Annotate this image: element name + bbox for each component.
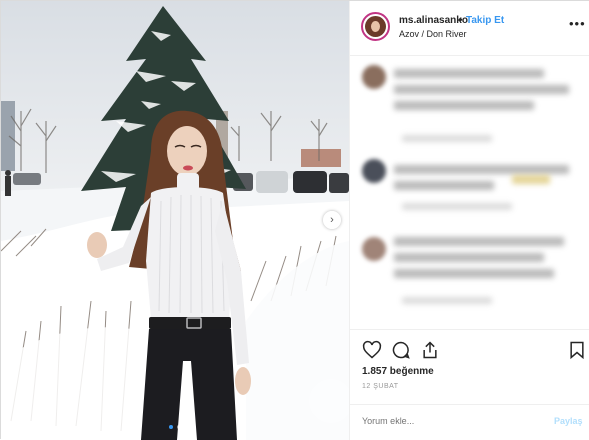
likes-count[interactable]: 1.857 beğenme (362, 366, 434, 377)
commenter-avatar[interactable] (362, 65, 386, 89)
action-bar: 1.857 beğenme 12 ŞUBAT Paylaş (350, 329, 589, 439)
post-header: ms.alinasanko • Takip Et Azov / Don Rive… (350, 1, 589, 56)
next-photo-button[interactable]: › (323, 211, 341, 229)
comment-item (362, 237, 582, 327)
comment-icon[interactable] (391, 340, 411, 360)
separator-dot: • (459, 15, 463, 26)
avatar-image (365, 16, 386, 37)
comment-item (362, 65, 582, 155)
location-link[interactable]: Azov / Don River (399, 29, 467, 39)
comment-item (362, 159, 582, 231)
photo-illustration (1, 1, 349, 440)
commenter-avatar[interactable] (362, 159, 386, 183)
commenter-avatar[interactable] (362, 237, 386, 261)
more-options-icon[interactable]: ••• (569, 17, 586, 30)
carousel-dot (177, 425, 181, 429)
avatar[interactable] (361, 12, 390, 41)
post-date: 12 ŞUBAT (362, 383, 399, 390)
bookmark-icon[interactable] (567, 340, 587, 360)
comment-box: Paylaş (350, 404, 589, 440)
post-photo[interactable]: › (1, 1, 349, 440)
comment-input[interactable] (362, 416, 532, 426)
comments-list (350, 57, 589, 327)
post-comment-button[interactable]: Paylaş (554, 416, 583, 426)
heart-icon[interactable] (362, 340, 382, 360)
post-sidebar: ms.alinasanko • Takip Et Azov / Don Rive… (349, 1, 589, 440)
chevron-right-icon: › (330, 213, 334, 226)
share-icon[interactable] (420, 340, 440, 360)
follow-button[interactable]: Takip Et (466, 15, 504, 26)
carousel-dot (169, 425, 173, 429)
username-link[interactable]: ms.alinasanko (399, 15, 468, 26)
instagram-post-window: › ms.alinasanko • Takip Et Azov / Don Ri… (0, 0, 589, 440)
carousel-indicator (1, 425, 349, 429)
